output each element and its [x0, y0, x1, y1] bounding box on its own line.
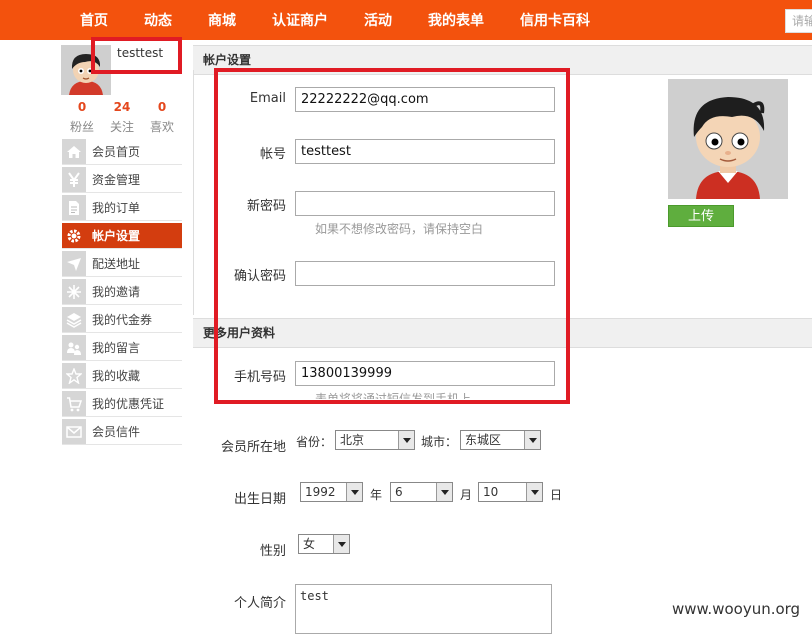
- nav-item-home[interactable]: 首页: [80, 0, 108, 40]
- upload-button[interactable]: 上传: [668, 205, 734, 227]
- city-label: 城市：: [421, 435, 458, 449]
- sidebar-item-shipping-address[interactable]: 配送地址: [62, 251, 182, 277]
- sidebar-item-messages[interactable]: 我的留言: [62, 335, 182, 361]
- sidebar-item-label: 会员首页: [92, 145, 141, 159]
- province-value: 北京: [340, 433, 365, 447]
- watermark: www.wooyun.org: [672, 600, 801, 618]
- mail-icon: [62, 419, 86, 444]
- sidebar-item-favorites[interactable]: 我的收藏: [62, 363, 182, 389]
- chevron-down-icon: [398, 431, 414, 449]
- gender-label: 性别: [259, 544, 286, 559]
- nav-item-events[interactable]: 活动: [364, 0, 392, 40]
- search-input[interactable]: 请输: [785, 9, 812, 33]
- location-label: 会员所在地: [220, 440, 286, 455]
- chevron-down-icon: [524, 431, 540, 449]
- province-select[interactable]: 北京: [335, 430, 415, 450]
- year-value: 1992: [305, 485, 336, 499]
- sidebar-item-funds[interactable]: 资金管理: [62, 167, 182, 193]
- month-unit: 月: [460, 488, 473, 502]
- sidebar-item-label: 会员信件: [92, 425, 141, 439]
- sidebar-item-label: 我的收藏: [92, 369, 141, 383]
- avatar-preview: [668, 79, 788, 199]
- city-value: 东城区: [465, 433, 502, 447]
- location-icon: [62, 251, 86, 276]
- fans-count: 0: [77, 100, 87, 114]
- home-icon: [62, 139, 86, 164]
- highlight-box-account-form: [214, 68, 570, 404]
- sidebar-item-label: 我的留言: [92, 341, 141, 355]
- users-icon: [62, 335, 86, 360]
- highlight-box-username: [91, 37, 182, 74]
- likes-count: 0: [157, 100, 167, 114]
- sidebar-item-invitations[interactable]: 我的邀请: [62, 279, 182, 305]
- nav-item-feed[interactable]: 动态: [144, 0, 172, 40]
- nav-item-mall[interactable]: 商城: [208, 0, 236, 40]
- sidebar-item-vouchers[interactable]: 我的代金券: [62, 307, 182, 333]
- gender-select[interactable]: 女: [298, 534, 350, 554]
- nav-item-certified-merchants[interactable]: 认证商户: [272, 0, 328, 40]
- sidebar-item-label: 我的邀请: [92, 285, 141, 299]
- bio-label: 个人简介: [233, 596, 286, 611]
- sidebar-item-account-settings[interactable]: 帐户设置: [62, 223, 182, 249]
- chevron-down-icon: [333, 535, 349, 553]
- month-value: 6: [395, 485, 403, 499]
- day-unit: 日: [550, 488, 563, 502]
- bio-textarea[interactable]: test: [295, 584, 552, 634]
- star-icon: [62, 363, 86, 388]
- chevron-down-icon: [436, 483, 452, 501]
- top-nav: 首页 动态 商城 认证商户 活动 我的表单 信用卡百科 请输: [0, 0, 812, 40]
- sidebar-item-label: 我的代金券: [92, 313, 153, 327]
- layers-icon: [62, 307, 86, 332]
- sidebar-item-coupons[interactable]: 我的优惠凭证: [62, 391, 182, 417]
- sidebar-item-member-mail[interactable]: 会员信件: [62, 419, 182, 445]
- gear-icon: [62, 223, 86, 248]
- province-label: 省份：: [296, 435, 333, 449]
- sidebar-item-member-home[interactable]: 会员首页: [62, 139, 182, 165]
- day-select[interactable]: 10: [478, 482, 543, 502]
- month-select[interactable]: 6: [390, 482, 453, 502]
- year-select[interactable]: 1992: [300, 482, 363, 502]
- cart-icon: [62, 391, 86, 416]
- sidebar-item-label: 我的订单: [92, 201, 141, 215]
- sidebar-item-label: 帐户设置: [92, 229, 141, 243]
- gender-value: 女: [303, 537, 316, 551]
- sidebar-item-label: 我的优惠凭证: [92, 397, 165, 411]
- fans-label[interactable]: 粉丝: [67, 118, 97, 135]
- sidebar-item-label: 资金管理: [92, 173, 141, 187]
- likes-label[interactable]: 喜欢: [147, 118, 177, 135]
- city-select[interactable]: 东城区: [460, 430, 541, 450]
- chevron-down-icon: [346, 483, 362, 501]
- document-icon: [62, 195, 86, 220]
- sidebar-item-orders[interactable]: 我的订单: [62, 195, 182, 221]
- following-label[interactable]: 关注: [107, 118, 137, 135]
- sidebar-item-label: 配送地址: [92, 257, 141, 271]
- chevron-down-icon: [526, 483, 542, 501]
- yen-icon: [62, 167, 86, 192]
- birthday-label: 出生日期: [233, 492, 286, 507]
- nav-item-credit-card-wiki[interactable]: 信用卡百科: [520, 0, 590, 40]
- following-count: 24: [113, 100, 131, 114]
- nav-item-my-forms[interactable]: 我的表单: [428, 0, 484, 40]
- sparkle-icon: [62, 279, 86, 304]
- day-value: 10: [483, 485, 499, 499]
- year-unit: 年: [370, 488, 383, 502]
